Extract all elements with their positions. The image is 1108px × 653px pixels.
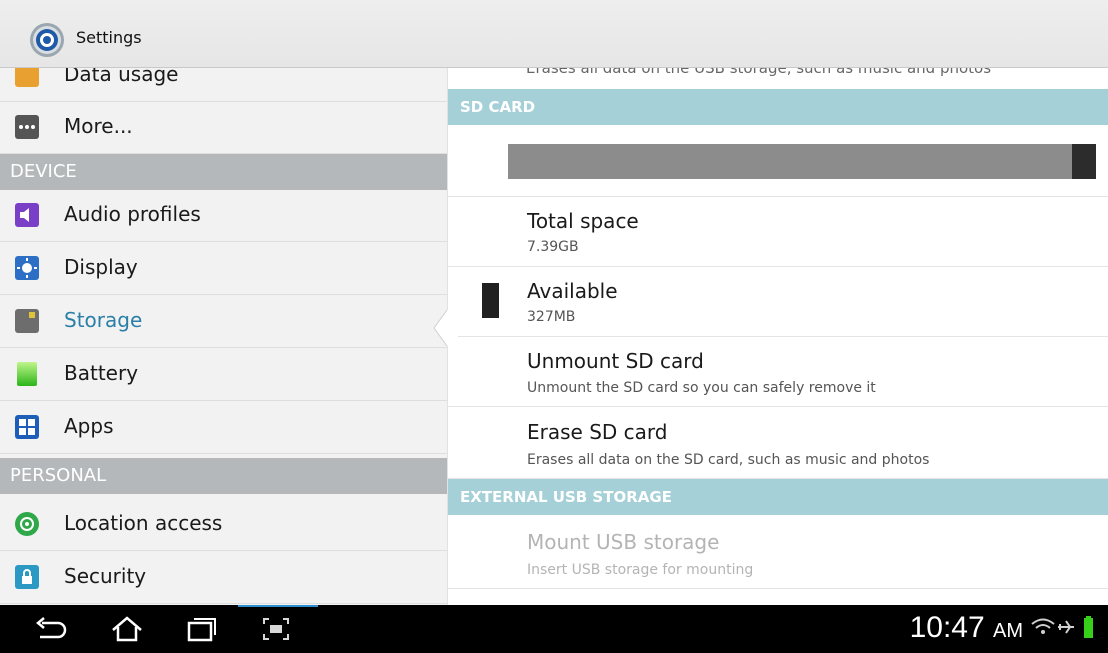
speaker-icon [15, 203, 39, 227]
total-space-title: Total space [527, 209, 639, 233]
unmount-summary: Unmount the SD card so you can safely re… [527, 380, 876, 396]
section-header-external-usb: EXTERNAL USB STORAGE [448, 479, 1108, 515]
home-icon[interactable] [107, 613, 147, 645]
data-usage-icon [15, 68, 39, 87]
screenshot-icon[interactable] [256, 613, 296, 645]
menu-item-storage[interactable]: Storage [0, 296, 447, 348]
menu-item-security[interactable]: Security [0, 552, 447, 604]
total-space-row: Total space 7.39GB [448, 197, 1108, 267]
location-icon [15, 512, 39, 536]
menu-item-display[interactable]: Display [0, 243, 447, 295]
section-header-sd-card: SD CARD [448, 89, 1108, 125]
brightness-icon [15, 256, 39, 280]
menu-item-label: Apps [64, 414, 114, 438]
settings-menu: Data usage More... DEVICE Audio profiles… [0, 68, 447, 605]
menu-item-label: Display [64, 255, 138, 279]
app-title: Settings [76, 28, 142, 47]
menu-item-location-access[interactable]: Location access [0, 499, 447, 551]
menu-item-more[interactable]: More... [0, 102, 447, 154]
storage-usage-bar [508, 144, 1096, 179]
mount-usb-summary: Insert USB storage for mounting [527, 562, 754, 578]
menu-item-data-usage[interactable]: Data usage [0, 68, 447, 102]
mount-usb-storage: Mount USB storage Insert USB storage for… [448, 515, 1108, 589]
total-space-value: 7.39GB [527, 239, 579, 255]
erase-title: Erase SD card [527, 420, 668, 444]
menu-item-label: Location access [64, 511, 223, 535]
settings-app-icon[interactable] [26, 21, 68, 59]
system-navigation-bar: 10:47 AM [0, 605, 1108, 653]
lock-icon [15, 565, 39, 589]
clock-time: 10:47 [909, 611, 985, 644]
wifi-icon [1031, 618, 1055, 634]
menu-item-audio-profiles[interactable]: Audio profiles [0, 190, 447, 242]
menu-item-label: More... [64, 114, 133, 138]
available-title: Available [527, 279, 618, 303]
status-icons [1031, 616, 1093, 638]
unmount-sd-card[interactable]: Unmount SD card Unmount the SD card so y… [448, 337, 1108, 407]
battery-menu-icon [17, 362, 37, 386]
section-header-label: DEVICE [10, 161, 77, 182]
section-header-label: EXTERNAL USB STORAGE [460, 488, 672, 506]
action-bar: Settings [0, 0, 1108, 68]
menu-item-battery[interactable]: Battery [0, 349, 447, 401]
apps-grid-icon [15, 415, 39, 439]
menu-item-label: Audio profiles [64, 202, 201, 226]
mount-usb-title: Mount USB storage [527, 530, 720, 554]
usb-erase-summary: Erases all data on the USB storage, such… [526, 68, 992, 77]
screenshot-indicator-line [238, 605, 318, 607]
section-header-label: SD CARD [460, 98, 536, 116]
back-icon[interactable] [30, 613, 70, 645]
storage-details: Erases all data on the USB storage, such… [447, 68, 1108, 605]
more-icon [15, 115, 39, 139]
available-value: 327MB [527, 309, 576, 325]
available-color-swatch [482, 283, 499, 318]
status-clock: 10:47 AM [910, 611, 1023, 645]
available-row: Available 327MB [448, 267, 1108, 337]
recent-apps-icon[interactable] [181, 613, 221, 645]
sd-card-icon [15, 309, 39, 333]
unmount-title: Unmount SD card [527, 349, 704, 373]
section-header-device: DEVICE [0, 154, 447, 190]
battery-icon [1084, 618, 1093, 638]
airplane-icon [1058, 620, 1074, 634]
erase-summary: Erases all data on the SD card, such as … [527, 452, 930, 468]
usage-bar-row [448, 125, 1108, 197]
storage-used-fill [1072, 144, 1096, 179]
section-header-label: PERSONAL [10, 465, 107, 486]
menu-item-apps[interactable]: Apps [0, 402, 447, 454]
menu-item-label: Battery [64, 361, 139, 385]
menu-item-label: Data usage [64, 68, 179, 86]
menu-item-label: Security [64, 564, 147, 588]
section-header-personal: PERSONAL [0, 458, 447, 494]
menu-item-label: Storage [64, 308, 143, 332]
clock-ampm: AM [993, 620, 1023, 642]
erase-sd-card[interactable]: Erase SD card Erases all data on the SD … [448, 407, 1108, 479]
selected-pointer-notch [433, 310, 458, 346]
